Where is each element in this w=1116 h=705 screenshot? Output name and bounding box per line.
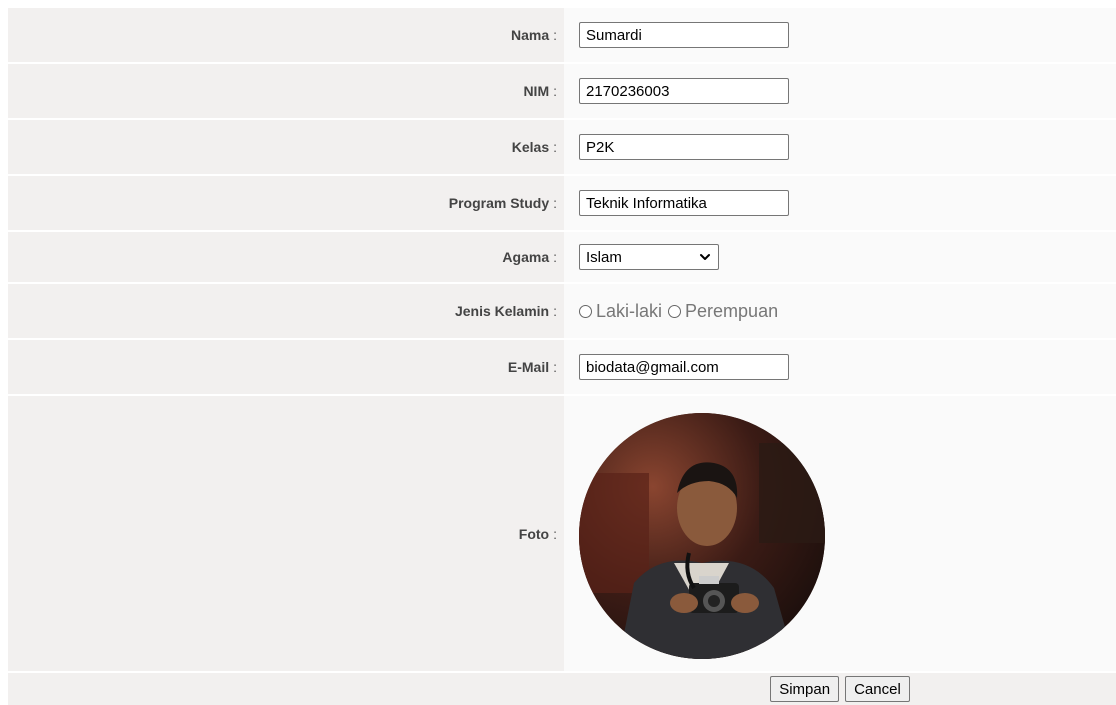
radio-label: Perempuan [685, 300, 779, 321]
program-study-label: Program Study [448, 195, 550, 211]
row-nim: NIM: [8, 64, 1116, 118]
radio-circle-icon[interactable] [668, 304, 682, 318]
cancel-button[interactable]: Cancel [845, 676, 910, 702]
nim-label: NIM [523, 83, 550, 99]
value-cell [564, 176, 1116, 230]
button-group: Simpan Cancel [564, 673, 1116, 705]
nim-input[interactable] [579, 78, 789, 104]
gender-radio-group: Laki-laki Perempuan [579, 301, 784, 322]
value-cell: Laki-laki Perempuan [564, 284, 1116, 338]
row-buttons: Simpan Cancel [8, 673, 1116, 705]
radio-laki-laki[interactable]: Laki-laki [579, 301, 662, 322]
label-cell: Foto: [8, 396, 564, 671]
label-cell: Agama: [8, 232, 564, 282]
radio-perempuan[interactable]: Perempuan [668, 301, 778, 322]
label-cell: NIM: [8, 64, 564, 118]
row-nama: Nama: [8, 8, 1116, 62]
program-study-input[interactable] [579, 190, 789, 216]
row-program-study: Program Study: [8, 176, 1116, 230]
label-cell: Kelas: [8, 120, 564, 174]
save-button[interactable]: Simpan [770, 676, 840, 702]
value-cell [564, 340, 1116, 394]
email-label: E-Mail [507, 359, 550, 375]
nama-input[interactable] [579, 22, 789, 48]
label-cell: Jenis Kelamin: [8, 284, 564, 338]
agama-selected: Islam [586, 248, 622, 266]
radio-circle-icon[interactable] [579, 304, 592, 318]
jenis-kelamin-label: Jenis Kelamin [454, 303, 550, 319]
label-cell: Nama: [8, 8, 564, 62]
biodata-form: Nama: NIM: Kelas: Program Study: Agama: [8, 8, 1116, 705]
row-kelas: Kelas: [8, 120, 1116, 174]
foto-label: Foto [518, 525, 550, 542]
agama-select[interactable]: Islam [579, 244, 719, 270]
value-cell [564, 396, 1116, 671]
kelas-input[interactable] [579, 134, 789, 160]
value-cell: Islam [564, 232, 1116, 282]
button-row-spacer [8, 673, 564, 705]
value-cell [564, 120, 1116, 174]
value-cell [564, 64, 1116, 118]
nama-label: Nama [510, 27, 550, 43]
value-cell [564, 8, 1116, 62]
kelas-label: Kelas [511, 139, 550, 155]
profile-photo-image [579, 412, 825, 659]
row-email: E-Mail: [8, 340, 1116, 394]
profile-photo [579, 412, 825, 659]
row-foto: Foto: [8, 396, 1116, 671]
label-cell: Program Study: [8, 176, 564, 230]
radio-label: Laki-laki [596, 300, 663, 321]
label-cell: E-Mail: [8, 340, 564, 394]
row-agama: Agama: Islam [8, 232, 1116, 282]
agama-label: Agama [502, 249, 550, 265]
row-jenis-kelamin: Jenis Kelamin: Laki-laki Perempuan [8, 284, 1116, 338]
email-input[interactable] [579, 354, 789, 380]
chevron-down-icon [700, 254, 710, 260]
